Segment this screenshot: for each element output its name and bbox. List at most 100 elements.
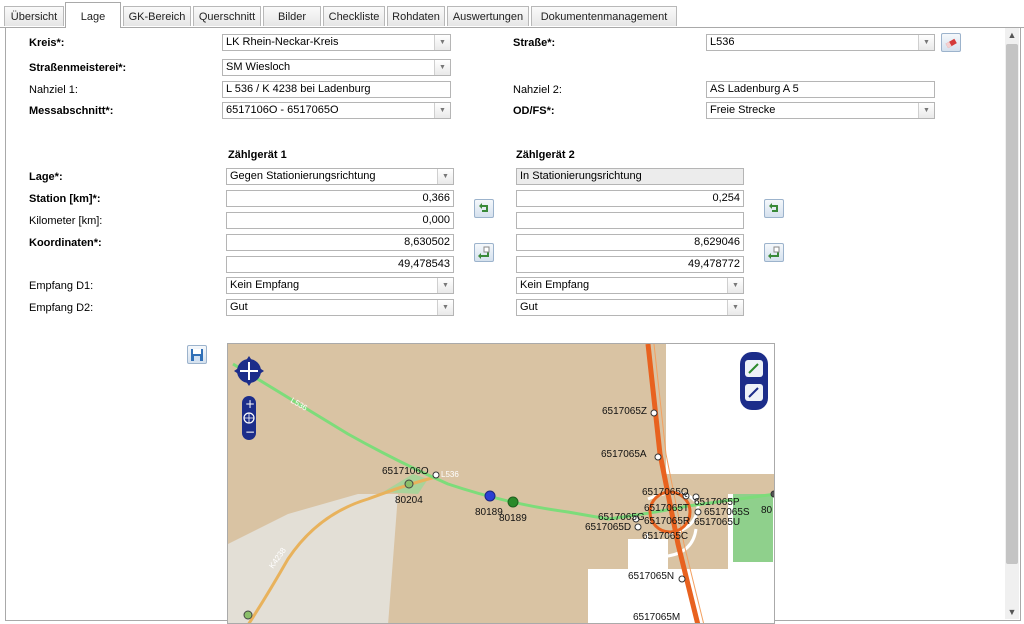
scroll-thumb[interactable] <box>1006 44 1018 564</box>
device1-header: Zählgerät 1 <box>228 149 287 161</box>
d2-kilometer-field[interactable] <box>516 212 744 229</box>
chevron-down-icon[interactable]: ▼ <box>918 103 934 118</box>
copy-icon <box>768 246 780 259</box>
tab-auswertungen[interactable]: Auswertungen <box>447 6 529 26</box>
map-point-label: 6517106O <box>382 466 429 477</box>
odfs-label: OD/FS*: <box>513 105 555 117</box>
kilometer-label: Kilometer [km]: <box>29 215 103 227</box>
strasse-label: Straße*: <box>513 37 556 49</box>
vertical-scrollbar[interactable]: ▲ ▼ <box>1005 28 1019 619</box>
scroll-up-icon[interactable]: ▲ <box>1005 28 1019 42</box>
d1-x-field[interactable]: 8,630502 <box>226 234 454 251</box>
d1-kilometer-field[interactable]: 0,000 <box>226 212 454 229</box>
map-point-label: 6517065Q <box>642 487 689 498</box>
map-point-label: 6517065U <box>694 517 740 528</box>
tab-bilder[interactable]: Bilder <box>263 6 321 26</box>
empfang1-label: Empfang D1: <box>29 280 94 292</box>
meisterei-value: SM Wiesloch <box>226 61 291 73</box>
map-point-label: 6517065D <box>585 522 631 533</box>
map-point-label: 80189 <box>499 513 527 524</box>
tab-bar: Übersicht Lage GK-Bereich Querschnitt Bi… <box>0 0 1024 28</box>
d1-empfang2-value: Gut <box>230 301 248 313</box>
chevron-down-icon[interactable]: ▼ <box>434 60 450 75</box>
koordinaten-label: Koordinaten*: <box>29 237 102 249</box>
d2-empfang1-value: Kein Empfang <box>520 279 590 291</box>
kreis-select[interactable]: LK Rhein-Neckar-Kreis ▼ <box>222 34 451 51</box>
tab-uebersicht[interactable]: Übersicht <box>4 6 64 26</box>
scroll-down-icon[interactable]: ▼ <box>1005 605 1019 619</box>
copy-icon <box>478 246 490 259</box>
tab-rohdaten[interactable]: Rohdaten <box>387 6 445 26</box>
d1-y-field[interactable]: 49,478543 <box>226 256 454 273</box>
d2-x-field[interactable]: 8,629046 <box>516 234 744 251</box>
map-point-label: 80 <box>761 505 773 516</box>
d1-station-swap-button[interactable] <box>474 199 494 218</box>
map-point-label: 6517065N <box>628 571 674 582</box>
d1-empfang1-select[interactable]: Kein Empfang ▼ <box>226 277 454 294</box>
chevron-down-icon[interactable]: ▼ <box>434 35 450 50</box>
d2-lage-field: In Stationierungsrichtung <box>516 168 744 185</box>
zoom-in-icon: + <box>245 397 255 411</box>
map-edit-toolbar[interactable] <box>740 352 768 410</box>
chevron-down-icon[interactable]: ▼ <box>918 35 934 50</box>
map-canvas[interactable]: L536 L536 K4238 6517065Z 6517065A 651710… <box>228 344 775 624</box>
nahziel1-label: Nahziel 1: <box>29 84 78 96</box>
meisterei-label: Straßenmeisterei*: <box>29 62 127 74</box>
d2-empfang2-select[interactable]: Gut ▼ <box>516 299 744 316</box>
eraser-button[interactable] <box>941 33 961 52</box>
nahziel2-label: Nahziel 2: <box>513 84 562 96</box>
tab-querschnitt[interactable]: Querschnitt <box>193 6 261 26</box>
tab-lage[interactable]: Lage <box>65 2 121 28</box>
d1-lage-value: Gegen Stationierungsrichtung <box>230 170 376 182</box>
zoom-out-icon: − <box>245 425 255 439</box>
d1-empfang1-value: Kein Empfang <box>230 279 300 291</box>
d1-lage-select[interactable]: Gegen Stationierungsrichtung ▼ <box>226 168 454 185</box>
tab-dokumentenmanagement[interactable]: Dokumentenmanagement <box>531 6 677 26</box>
d2-empfang1-select[interactable]: Kein Empfang ▼ <box>516 277 744 294</box>
lage-label: Lage*: <box>29 171 63 183</box>
road-label-l536-b: L536 <box>441 470 459 479</box>
eraser-icon <box>945 38 957 49</box>
map-point-label: 6517065R <box>644 516 690 527</box>
chevron-down-icon[interactable]: ▼ <box>437 278 453 293</box>
swap-icon <box>769 203 778 212</box>
nahziel2-field[interactable]: AS Ladenburg A 5 <box>706 81 935 98</box>
map-nav-control[interactable]: + − <box>234 348 264 444</box>
d1-station-field[interactable]: 0,366 <box>226 190 454 207</box>
map-point-label: 6517065M <box>633 612 680 623</box>
chevron-down-icon[interactable]: ▼ <box>437 300 453 315</box>
d2-y-field[interactable]: 49,478772 <box>516 256 744 273</box>
map-point-label: 6517065A <box>601 449 647 460</box>
d2-station-swap-button[interactable] <box>764 199 784 218</box>
messabschnitt-select[interactable]: 6517106O - 6517065O ▼ <box>222 102 451 119</box>
map-point-label: 6517065T <box>644 503 689 514</box>
chevron-down-icon[interactable]: ▼ <box>437 169 453 184</box>
save-button[interactable] <box>187 345 207 364</box>
device2-header: Zählgerät 2 <box>516 149 575 161</box>
chevron-down-icon[interactable]: ▼ <box>727 300 743 315</box>
empfang2-label: Empfang D2: <box>29 302 94 314</box>
swap-icon <box>479 203 488 212</box>
nahziel1-field[interactable]: L 536 / K 4238 bei Ladenburg <box>222 81 451 98</box>
odfs-select[interactable]: Freie Strecke ▼ <box>706 102 935 119</box>
d2-coord-copy-button[interactable] <box>764 243 784 262</box>
map-point-label: 80204 <box>395 495 423 506</box>
station-label: Station [km]*: <box>29 193 101 205</box>
chevron-down-icon[interactable]: ▼ <box>727 278 743 293</box>
map-view[interactable]: L536 L536 K4238 6517065Z 6517065A 651710… <box>227 343 775 624</box>
odfs-value: Freie Strecke <box>710 104 776 116</box>
tab-checkliste[interactable]: Checkliste <box>323 6 385 26</box>
save-icon <box>191 349 203 361</box>
d1-coord-copy-button[interactable] <box>474 243 494 262</box>
chevron-down-icon[interactable]: ▼ <box>434 103 450 118</box>
d1-empfang2-select[interactable]: Gut ▼ <box>226 299 454 316</box>
strasse-select[interactable]: L536 ▼ <box>706 34 935 51</box>
messabschnitt-label: Messabschnitt*: <box>29 105 114 117</box>
kreis-value: LK Rhein-Neckar-Kreis <box>226 36 339 48</box>
strasse-value: L536 <box>710 36 735 48</box>
tab-gk-bereich[interactable]: GK-Bereich <box>123 6 191 26</box>
messabschnitt-value: 6517106O - 6517065O <box>226 104 339 116</box>
map-point-label: 6517065C <box>642 531 688 542</box>
meisterei-select[interactable]: SM Wiesloch ▼ <box>222 59 451 76</box>
d2-station-field[interactable]: 0,254 <box>516 190 744 207</box>
